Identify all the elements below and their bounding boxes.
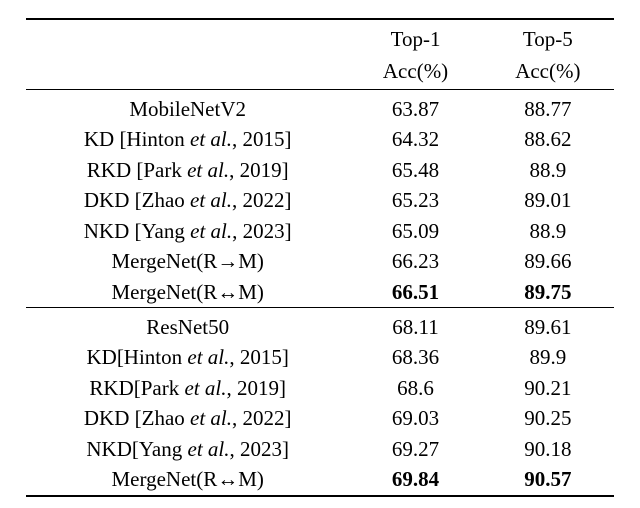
top1-cell: 66.51 xyxy=(349,277,481,308)
top5-cell: 88.62 xyxy=(482,124,614,154)
top1-cell: 69.27 xyxy=(349,434,481,464)
method-cell: MobileNetV2 xyxy=(26,89,349,124)
year-text: , 2015] xyxy=(229,345,289,369)
table-row: MergeNet(R↔M) 66.51 89.75 xyxy=(26,277,614,308)
header-top5-l2: Acc(%) xyxy=(482,56,614,89)
top1-cell: 69.03 xyxy=(349,403,481,433)
method-cell: MergeNet(R→M) xyxy=(26,246,349,276)
top1-cell: 68.11 xyxy=(349,307,481,342)
method-cell: KD [Hinton et al., 2015] xyxy=(26,124,349,154)
top5-cell: 90.25 xyxy=(482,403,614,433)
top1-cell: 69.84 xyxy=(349,464,481,495)
table-row: KD [Hinton et al., 2015] 64.32 88.62 xyxy=(26,124,614,154)
table-row: RKD [Park et al., 2019] 65.48 88.9 xyxy=(26,155,614,185)
table-row: KD[Hinton et al., 2015] 68.36 89.9 xyxy=(26,342,614,372)
etal-text: et al. xyxy=(187,158,229,182)
method-cell: NKD [Yang et al., 2023] xyxy=(26,216,349,246)
etal-text: et al. xyxy=(190,127,232,151)
top5-cell: 89.01 xyxy=(482,185,614,215)
year-text: , 2019] xyxy=(226,376,286,400)
etal-text: et al. xyxy=(188,437,230,461)
method-text: DKD [Zhao xyxy=(84,406,190,430)
method-text: MergeNet(R↔M) xyxy=(111,467,263,491)
top5-cell: 89.66 xyxy=(482,246,614,276)
year-text: , 2015] xyxy=(232,127,292,151)
etal-text: et al. xyxy=(190,406,232,430)
method-text: KD[Hinton xyxy=(86,345,187,369)
year-text: , 2022] xyxy=(232,188,292,212)
method-cell: RKD [Park et al., 2019] xyxy=(26,155,349,185)
top5-cell: 90.18 xyxy=(482,434,614,464)
header-top1-l1: Top-1 xyxy=(349,19,481,56)
method-cell: DKD [Zhao et al., 2022] xyxy=(26,185,349,215)
method-cell: MergeNet(R↔M) xyxy=(26,277,349,308)
top5-cell: 88.9 xyxy=(482,216,614,246)
top1-cell: 65.48 xyxy=(349,155,481,185)
top5-cell: 88.77 xyxy=(482,89,614,124)
method-cell: MergeNet(R↔M) xyxy=(26,464,349,495)
year-text: , 2023] xyxy=(230,437,290,461)
table-row: NKD [Yang et al., 2023] 65.09 88.9 xyxy=(26,216,614,246)
top1-cell: 64.32 xyxy=(349,124,481,154)
header-top5-l1: Top-5 xyxy=(482,19,614,56)
top1-cell: 65.09 xyxy=(349,216,481,246)
method-cell: NKD[Yang et al., 2023] xyxy=(26,434,349,464)
results-table-container: Top-1 Top-5 Acc(%) Acc(%) MobileNetV2 63… xyxy=(0,0,640,497)
year-text: , 2022] xyxy=(232,406,292,430)
method-cell: ResNet50 xyxy=(26,307,349,342)
top5-cell: 90.57 xyxy=(482,464,614,495)
top1-cell: 66.23 xyxy=(349,246,481,276)
method-text: MobileNetV2 xyxy=(129,97,246,121)
year-text: , 2023] xyxy=(232,219,292,243)
top5-cell: 90.21 xyxy=(482,373,614,403)
top1-cell: 65.23 xyxy=(349,185,481,215)
table-row: MobileNetV2 63.87 88.77 xyxy=(26,89,614,124)
method-cell: KD[Hinton et al., 2015] xyxy=(26,342,349,372)
table-row: RKD[Park et al., 2019] 68.6 90.21 xyxy=(26,373,614,403)
header-row-1: Top-1 Top-5 xyxy=(26,19,614,56)
etal-text: et al. xyxy=(190,188,232,212)
etal-text: et al. xyxy=(187,345,229,369)
table-row: MergeNet(R→M) 66.23 89.66 xyxy=(26,246,614,276)
method-cell: RKD[Park et al., 2019] xyxy=(26,373,349,403)
results-table: Top-1 Top-5 Acc(%) Acc(%) MobileNetV2 63… xyxy=(26,18,614,497)
table-row: DKD [Zhao et al., 2022] 65.23 89.01 xyxy=(26,185,614,215)
header-method-blank xyxy=(26,19,349,56)
top5-cell: 88.9 xyxy=(482,155,614,185)
table-row: MergeNet(R↔M) 69.84 90.57 xyxy=(26,464,614,495)
top5-cell: 89.9 xyxy=(482,342,614,372)
etal-text: et al. xyxy=(184,376,226,400)
header-top1-l2: Acc(%) xyxy=(349,56,481,89)
table-row: DKD [Zhao et al., 2022] 69.03 90.25 xyxy=(26,403,614,433)
table-row: ResNet50 68.11 89.61 xyxy=(26,307,614,342)
method-text: DKD [Zhao xyxy=(84,188,190,212)
top1-cell: 68.6 xyxy=(349,373,481,403)
method-text: RKD[Park xyxy=(89,376,184,400)
method-text: MergeNet(R→M) xyxy=(111,249,263,273)
year-text: , 2019] xyxy=(229,158,289,182)
top1-cell: 63.87 xyxy=(349,89,481,124)
method-cell: DKD [Zhao et al., 2022] xyxy=(26,403,349,433)
method-text: NKD[Yang xyxy=(86,437,187,461)
top5-cell: 89.75 xyxy=(482,277,614,308)
table-row: NKD[Yang et al., 2023] 69.27 90.18 xyxy=(26,434,614,464)
header-row-2: Acc(%) Acc(%) xyxy=(26,56,614,89)
method-text: MergeNet(R↔M) xyxy=(111,280,263,304)
top5-cell: 89.61 xyxy=(482,307,614,342)
method-text: ResNet50 xyxy=(146,315,229,339)
method-text: NKD [Yang xyxy=(84,219,190,243)
header-method-blank2 xyxy=(26,56,349,89)
etal-text: et al. xyxy=(190,219,232,243)
method-text: KD [Hinton xyxy=(84,127,190,151)
top1-cell: 68.36 xyxy=(349,342,481,372)
method-text: RKD [Park xyxy=(87,158,187,182)
